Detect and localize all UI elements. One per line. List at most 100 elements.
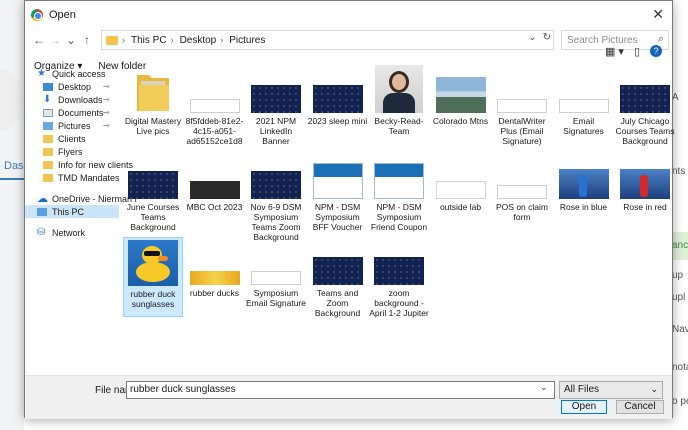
file-type-value: All Files [564,384,600,395]
cancel-button[interactable]: Cancel [616,400,664,414]
forward-arrow-icon[interactable]: → [47,33,63,47]
file-name-input[interactable]: rubber duck sunglasses [126,381,555,399]
file-item[interactable]: July Chicago Courses Teams Background [615,65,675,146]
file-item[interactable]: DentalWriter Plus (Email Signature) [492,65,552,146]
background-tab: Das [4,160,24,172]
sidebar-item-label: Quick access [52,68,106,79]
file-item[interactable]: 2021 NPM LinkedIn Banner [246,65,306,146]
file-item[interactable]: Rose in red [615,151,675,231]
photo-detail [383,93,415,113]
sidebar-item[interactable]: ★ Quick access [25,67,119,80]
open-button[interactable]: Open [561,400,607,414]
address-bar[interactable]: › This PC › Desktop › Pictures ⌄ ↻ [101,30,554,50]
pin-icon: ⊸ [103,108,110,117]
file-item[interactable]: Rose in blue [554,151,614,231]
thumbnail-image [435,181,486,199]
breadcrumb-separator: › [122,35,125,45]
file-item[interactable]: 8f5fddeb-81e2-4c15-a051-ad65152ce1d8 [185,65,245,146]
file-item[interactable]: outside lab [431,151,491,231]
background-text: o per [672,396,688,407]
file-item[interactable]: NPM - DSM Symposium BFF Voucher [308,151,368,232]
file-item[interactable]: Email Signatures [554,65,614,145]
dialog-content: ★ Quick access Desktop ⊸ ⬇ Downloads ⊸ Document… [25,63,675,375]
address-dropdown-chevron-icon[interactable]: ⌄ [528,32,536,43]
thumbnail-frame [492,151,552,199]
file-item[interactable]: rubber duck sunglasses [123,237,183,317]
sidebar-item-label: Network [52,227,86,238]
file-name-label: POS on claim form [496,202,548,222]
file-item[interactable]: POS on claim form [492,151,552,231]
background-left-panel: Das [0,0,24,430]
thumbnail-image [374,257,424,285]
recent-locations-chevron-icon[interactable]: ⌄ [63,33,79,47]
breadcrumb-separator: › [220,35,224,45]
sidebar-item[interactable]: Desktop ⊸ [25,80,119,93]
up-arrow-icon[interactable]: ↑ [79,33,95,47]
file-name-label: rubber duck sunglasses [130,289,176,309]
thumbnail-image [435,77,486,113]
file-name-dropdown-chevron-icon[interactable]: ⌄ [540,382,548,393]
file-item[interactable]: MBC Oct 2023 [185,151,245,231]
duck-detail [136,262,170,282]
file-item[interactable]: Teams and Zoom Background [308,237,368,318]
onedrive-icon: ☁ [37,192,48,205]
refresh-icon[interactable]: ↻ [543,32,551,43]
sidebar-item[interactable]: Info for new clients [25,158,133,171]
thumbnail-frame [185,151,245,199]
file-type-select[interactable]: All Files ⌄ [559,381,663,399]
thumbnail-frame [246,151,306,199]
preview-pane-icon[interactable]: ▯ [634,45,640,58]
person-silhouette [578,175,587,197]
navigation-bar: ← → ⌄ ↑ › This PC › Desktop › Pictures ⌄… [25,29,672,51]
desktop-icon [43,82,53,91]
file-item[interactable]: June Courses Teams Background [123,151,183,232]
breadcrumb-pictures[interactable]: Pictures [229,35,265,46]
thumbnail-image [374,163,424,199]
thumbnail-frame [369,65,429,113]
file-item[interactable]: rubber ducks [185,237,245,317]
file-name-label: Rose in red [623,202,667,212]
file-item[interactable]: Digital Mastery Live pics [123,65,183,145]
change-view-icon[interactable]: ▦ ▾ [605,45,624,58]
thumbnail-frame [124,238,182,286]
search-placeholder: Search Pictures [567,34,638,46]
file-item[interactable]: zoom background - April 1-2 Jupiter [369,237,429,318]
file-type-dropdown-chevron-icon: ⌄ [650,384,658,394]
sidebar-item[interactable]: Flyers [25,145,119,158]
thumbnail-frame [369,151,429,199]
thumbnail-image [189,99,240,113]
sidebar-item[interactable]: ⬇ Downloads ⊸ [25,93,119,106]
dialog-titlebar[interactable]: Open ✕ [25,1,672,29]
file-item[interactable]: NPM - DSM Symposium Friend Coupon [369,151,429,232]
background-tab-underline [0,178,24,180]
thumbnail-frame [123,151,183,199]
folder-thumbnail-icon [137,75,169,111]
thumbnail-frame [123,65,183,113]
sidebar-item[interactable]: Pictures ⊸ [25,119,119,132]
folder-icon [43,160,53,169]
file-name-label: Nov 6-9 DSM Symposium Teams Zoom Backgro… [250,202,302,242]
person-silhouette [640,175,648,197]
file-item[interactable]: Becky-Read-Team [369,65,429,145]
close-icon[interactable]: ✕ [652,6,664,23]
sidebar-item[interactable]: This PC [25,205,119,218]
this-pc-icon [37,207,47,216]
thumbnail-frame [308,65,368,113]
sidebar-item[interactable]: ☁ OneDrive - Nierman I [25,192,137,205]
sidebar-item-label: Flyers [58,146,83,157]
help-icon[interactable]: ? [650,45,662,57]
thumbnail-image [620,85,670,113]
file-item[interactable]: 2023 sleep mini [308,65,368,145]
sidebar-item[interactable]: Documents ⊸ [25,106,119,119]
thumbnail-frame [615,65,675,113]
breadcrumb-this-pc[interactable]: This PC [131,35,167,46]
sidebar-item[interactable]: TMD Mandates [25,171,120,184]
back-arrow-icon[interactable]: ← [31,33,47,47]
sidebar-item[interactable]: Clients [25,132,119,145]
thumbnail-image [312,163,363,199]
file-item[interactable]: Colorado Mtns [431,65,491,145]
breadcrumb-desktop[interactable]: Desktop [180,35,217,46]
file-item[interactable]: Nov 6-9 DSM Symposium Teams Zoom Backgro… [246,151,306,242]
sidebar-item[interactable]: ⛁ Network [25,226,119,239]
file-item[interactable]: Symposium Email Signature [246,237,306,317]
